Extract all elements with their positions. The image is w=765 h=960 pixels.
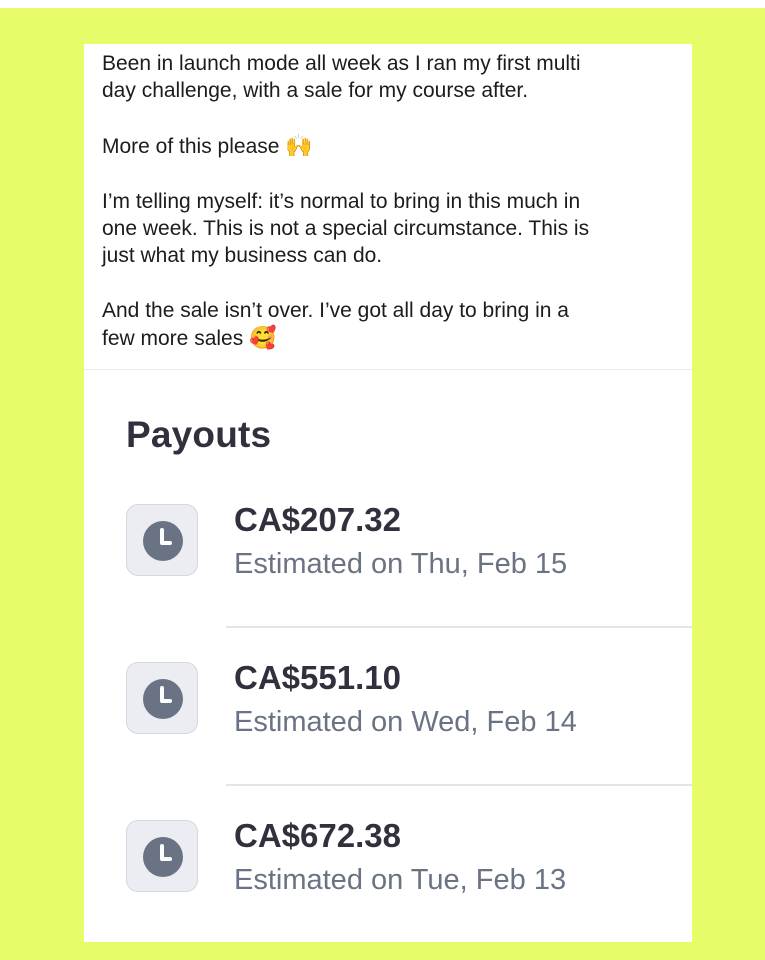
payout-estimate-date: Estimated on Thu, Feb 15 [234,548,568,580]
payout-row[interactable]: CA$551.10 Estimated on Wed, Feb 14 [84,628,692,786]
payouts-section: Payouts CA$207.32 Estimated on Thu, Feb … [84,370,692,942]
post-paragraph-2: More of this please 🙌 [102,132,676,160]
post-paragraph-4: And the sale isn’t over. I’ve got all da… [102,297,676,352]
payout-row[interactable]: CA$672.38 Estimated on Tue, Feb 13 [84,786,692,942]
payout-row[interactable]: CA$207.32 Estimated on Thu, Feb 15 [84,470,692,628]
payout-amount: CA$672.38 [234,817,401,854]
screenshot-card: Been in launch mode all week as I ran my… [84,44,692,942]
clock-icon [126,820,198,892]
post-paragraph-3: I’m telling myself: it’s normal to bring… [102,190,590,267]
payout-estimate-date: Estimated on Wed, Feb 14 [234,706,577,738]
payouts-title: Payouts [126,414,272,455]
post-paragraph-4-text: And the sale isn’t over. I’ve got all da… [102,299,569,350]
payout-amount: CA$551.10 [234,659,401,696]
clock-icon [126,662,198,734]
top-strip [0,0,765,8]
raising-hands-emoji-icon: 🙌 [285,133,313,158]
smiling-hearts-emoji-icon: 🥰 [249,325,277,350]
post-text: Been in launch mode all week as I ran my… [84,44,692,352]
payout-estimate-date: Estimated on Tue, Feb 13 [234,864,567,896]
post-paragraph-1: Been in launch mode all week as I ran my… [102,52,581,102]
payout-amount: CA$207.32 [234,501,401,538]
clock-icon [126,504,198,576]
post-paragraph-2-text: More of this please [102,135,280,158]
